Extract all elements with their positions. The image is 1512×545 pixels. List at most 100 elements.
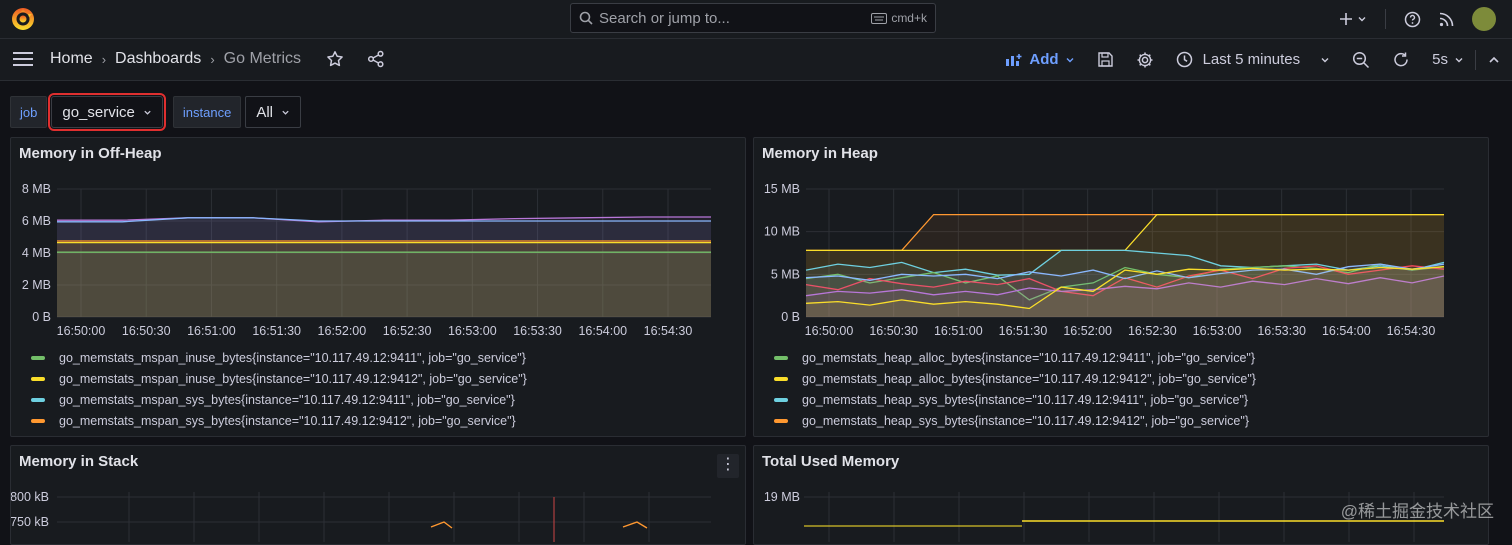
breadcrumb-home[interactable]: Home [50, 50, 93, 68]
legend-swatch [774, 397, 788, 402]
legend-label: go_memstats_heap_sys_bytes{instance="10.… [802, 392, 1249, 407]
add-button[interactable]: Add [994, 39, 1085, 80]
variable-value-job: go_service [62, 103, 135, 121]
variable-select-job[interactable]: go_service [48, 93, 166, 131]
x-tick-label: 16:51:30 [252, 324, 301, 338]
new-menu-button[interactable] [1339, 12, 1367, 26]
legend-item[interactable]: go_memstats_heap_alloc_bytes{instance="1… [774, 368, 1256, 389]
x-tick-label: 16:50:30 [122, 324, 171, 338]
chevron-down-icon [282, 110, 289, 115]
variable-value-instance: All [256, 103, 273, 121]
legend-label: go_memstats_mspan_inuse_bytes{instance="… [59, 350, 526, 365]
chart-memory-stack[interactable]: 800 kB 750 kB [11, 482, 745, 542]
rss-feed-icon[interactable] [1439, 12, 1454, 27]
grafana-logo-icon[interactable] [10, 6, 36, 32]
x-tick-label: 16:50:00 [57, 324, 106, 338]
x-tick-label: 16:53:00 [448, 324, 497, 338]
legend-item[interactable]: go_memstats_heap_sys_bytes{instance="10.… [774, 410, 1256, 431]
search-bar[interactable]: Search or jump to... cmd+k [570, 3, 936, 33]
x-tick-label: 16:50:00 [805, 324, 854, 338]
legend-label: go_memstats_mspan_inuse_bytes{instance="… [59, 371, 527, 386]
x-tick-label: 16:54:30 [644, 324, 693, 338]
legend-item[interactable]: go_memstats_mspan_inuse_bytes{instance="… [31, 368, 527, 389]
legend-swatch [31, 355, 45, 360]
y-tick-label: 6 MB [22, 214, 51, 228]
legend-swatch [774, 355, 788, 360]
save-dashboard-button[interactable] [1086, 39, 1125, 80]
user-avatar[interactable] [1472, 7, 1496, 31]
hamburger-menu-icon[interactable] [12, 51, 34, 67]
x-tick-label: 16:52:00 [318, 324, 367, 338]
x-tick-label: 16:54:00 [1322, 324, 1371, 338]
panel-menu-button[interactable]: ⋮ [717, 454, 739, 478]
time-picker-button[interactable]: Last 5 minutes [1165, 39, 1342, 80]
breadcrumb-separator: › [101, 51, 107, 67]
variable-select-instance[interactable]: All [245, 96, 301, 128]
zoom-out-button[interactable] [1341, 39, 1381, 80]
panel-total-used-memory[interactable]: Total Used Memory 19 MB [753, 445, 1489, 545]
chevron-down-icon [1321, 57, 1329, 62]
legend-item[interactable]: go_memstats_heap_sys_bytes{instance="10.… [774, 389, 1256, 410]
legend-item[interactable]: go_memstats_heap_alloc_bytes{instance="1… [774, 347, 1256, 368]
chevron-up-icon [1489, 56, 1499, 63]
panel-title: Total Used Memory [762, 453, 900, 470]
zoom-out-icon [1353, 51, 1370, 68]
panel-memory-off-heap[interactable]: Memory in Off-Heap 0 B 2 MB 4 MB 6 MB 8 MB 16… [10, 137, 746, 437]
legend-item[interactable]: go_memstats_mspan_sys_bytes{instance="10… [31, 389, 527, 410]
chart-memory-heap[interactable]: 0 B 5 MB 10 MB 15 MB 16:50:00 16:50:30 16:51:0… [754, 168, 1488, 348]
y-tick-label: 800 kB [11, 490, 49, 504]
x-tick-label: 16:52:30 [1128, 324, 1177, 338]
refresh-icon [1394, 52, 1408, 66]
chevron-down-icon [1455, 57, 1463, 62]
legend-item[interactable]: go_memstats_mspan_sys_bytes{instance="10… [31, 410, 527, 431]
breadcrumb: Home › Dashboards › Go Metrics [50, 50, 385, 68]
panel-title: Memory in Stack [19, 453, 139, 470]
legend-swatch [774, 418, 788, 423]
keyboard-icon [871, 12, 888, 24]
refresh-button[interactable] [1381, 39, 1421, 80]
legend-label: go_memstats_heap_alloc_bytes{instance="1… [802, 371, 1256, 386]
search-shortcut-label: cmd+k [891, 11, 927, 25]
y-tick-label: 10 MB [764, 225, 800, 239]
star-icon[interactable] [326, 50, 344, 68]
dashboard-settings-button[interactable] [1125, 39, 1165, 80]
divider [1385, 9, 1386, 29]
legend-label: go_memstats_heap_alloc_bytes{instance="1… [802, 350, 1256, 365]
legend-swatch [31, 376, 45, 381]
x-tick-label: 16:51:30 [999, 324, 1048, 338]
breadcrumb-current: Go Metrics [223, 50, 301, 67]
variable-label-job: job [10, 96, 48, 128]
dashboard-toolbar: Add Last 5 minutes 5s [994, 39, 1512, 80]
legend-memory-off-heap: go_memstats_mspan_inuse_bytes{instance="… [31, 347, 527, 431]
panel-title: Memory in Heap [762, 145, 878, 162]
chart-memory-off-heap[interactable]: 0 B 2 MB 4 MB 6 MB 8 MB 16:50:00 16:50:30 16:51… [11, 168, 745, 348]
plus-icon [1340, 13, 1352, 25]
legend-label: go_memstats_mspan_sys_bytes{instance="10… [59, 392, 515, 407]
breadcrumb-dashboards[interactable]: Dashboards [115, 50, 201, 68]
panel-memory-stack[interactable]: Memory in Stack ⋮ 800 kB 750 kB [10, 445, 746, 545]
gear-icon [1137, 52, 1153, 67]
panel-memory-heap[interactable]: Memory in Heap 0 B 5 MB 10 MB 15 MB 16:50:00… [753, 137, 1489, 437]
save-icon [1097, 52, 1113, 67]
chevron-down-icon [1358, 17, 1366, 22]
search-placeholder: Search or jump to... [599, 10, 730, 27]
collapse-header-button[interactable] [1476, 39, 1512, 80]
panel-title: Memory in Off-Heap [19, 145, 162, 162]
y-tick-label: 15 MB [764, 182, 800, 196]
legend-swatch [774, 376, 788, 381]
y-tick-label: 5 MB [771, 267, 800, 281]
series-area [57, 252, 711, 317]
legend-label: go_memstats_heap_sys_bytes{instance="10.… [802, 413, 1249, 428]
legend-item[interactable]: go_memstats_mspan_inuse_bytes{instance="… [31, 347, 527, 368]
template-variables: job go_service instance All [10, 93, 301, 131]
share-icon[interactable] [367, 50, 385, 68]
top-bar: Search or jump to... cmd+k [0, 0, 1512, 39]
y-tick-label: 4 MB [22, 246, 51, 260]
y-tick-label: 0 B [32, 310, 51, 324]
help-icon[interactable] [1404, 11, 1421, 28]
x-tick-label: 16:52:00 [1063, 324, 1112, 338]
search-shortcut: cmd+k [871, 11, 927, 25]
watermark: @稀土掘金技术社区 [1340, 502, 1494, 521]
x-tick-label: 16:50:30 [869, 324, 918, 338]
refresh-interval-picker[interactable]: 5s [1421, 39, 1475, 80]
